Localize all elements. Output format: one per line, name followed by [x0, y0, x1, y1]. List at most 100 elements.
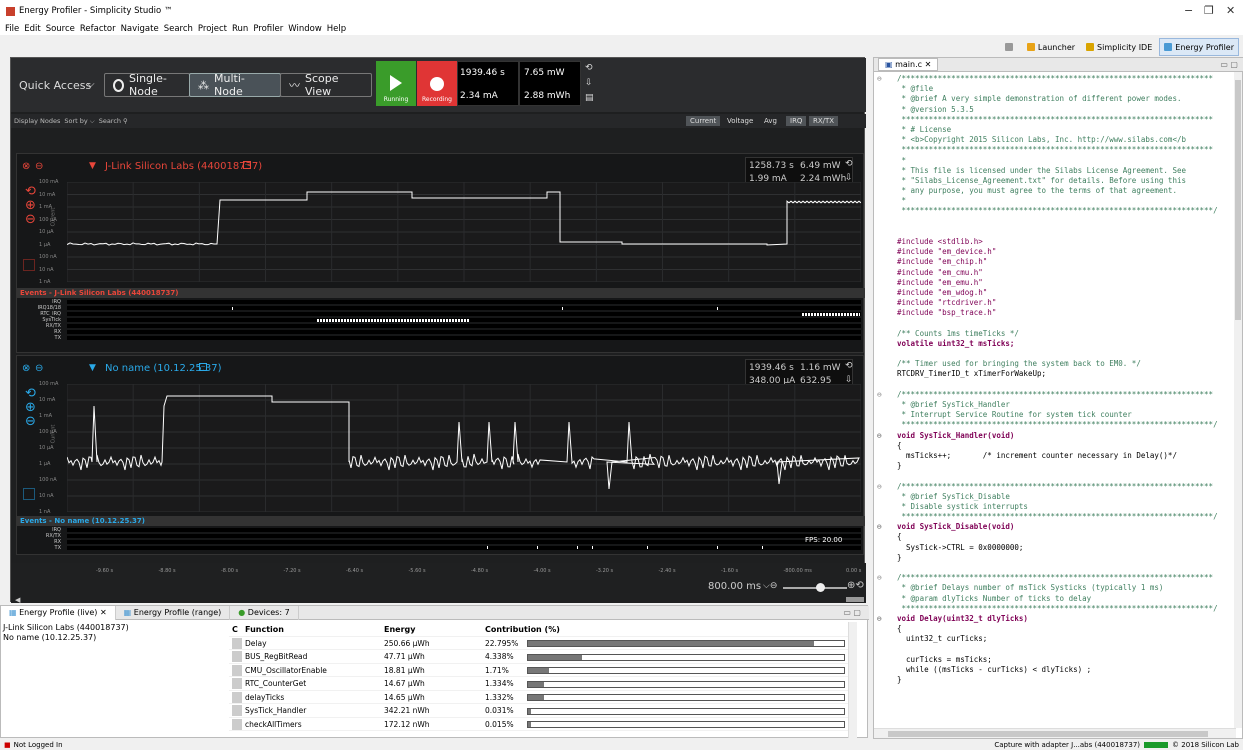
col-energy[interactable]: Energy [384, 625, 415, 634]
menu-file[interactable]: File [5, 24, 19, 34]
table-row[interactable]: BUS_RegBitRead 47.71 μWh 4.338% [229, 651, 857, 664]
close-button[interactable]: ✕ [1226, 4, 1235, 17]
tab-energy-profile-range[interactable]: ▦ Energy Profile (range) [116, 605, 231, 620]
menu-source[interactable]: Source [46, 24, 75, 34]
collapse-node-icon[interactable]: ⊖ [35, 161, 43, 172]
col-function[interactable]: Function [245, 625, 284, 634]
select-range-icon[interactable] [23, 488, 35, 500]
scroll-thumb[interactable] [1235, 80, 1241, 320]
reset-zoom-icon[interactable]: ⟲ [25, 184, 36, 199]
zoom-in-icon[interactable]: ⊕ [25, 198, 36, 213]
perspective-ide[interactable]: Simplicity IDE [1082, 38, 1156, 56]
table-row[interactable]: SysTick_Handler 342.21 nWh 0.031% [229, 705, 857, 718]
maximize-button[interactable]: ❐ [1204, 4, 1214, 17]
menu-window[interactable]: Window [288, 24, 322, 34]
zoom-out-icon[interactable]: ⊖ [25, 414, 36, 429]
table-row[interactable]: CMU_OscillatorEnable 18.81 μWh 1.71% [229, 664, 857, 677]
reset-zoom-icon[interactable]: ⟲ [25, 386, 36, 401]
tab-devices[interactable]: ● Devices: 7 [230, 605, 299, 620]
title-bar: Energy Profiler - Simplicity Studio ™ − … [0, 0, 1243, 22]
reset-node-icon[interactable]: ⟲ [845, 361, 853, 371]
collapse-node-icon[interactable]: ⊖ [35, 363, 43, 374]
quick-access-label[interactable]: Quick Access [19, 79, 91, 92]
table-row[interactable]: Delay 250.66 μWh 22.795% [229, 637, 857, 650]
sort-by-link[interactable]: Sort by [64, 117, 87, 125]
table-row[interactable]: checkAllTimers 172.12 nWh 0.015% [229, 718, 857, 731]
zoom-out-icon[interactable]: ⊖ [25, 212, 36, 227]
search-icon[interactable]: ⚲ [123, 117, 128, 125]
minimize-view-icon[interactable]: ▭ ▢ [843, 608, 861, 617]
expand-node-icon[interactable]: − [243, 161, 251, 169]
y-tick-label: 10 mA [39, 191, 56, 198]
menu-help[interactable]: Help [327, 24, 346, 34]
search-link[interactable]: Search [99, 117, 121, 125]
login-status[interactable]: Not Logged In [14, 741, 63, 749]
perspective-energy-profiler[interactable]: Energy Profiler [1159, 38, 1239, 56]
col-contribution[interactable]: Contribution (%) [485, 625, 560, 634]
fold-icon[interactable]: ⊖ [877, 614, 882, 624]
zoom-in-time-icon[interactable]: ⊕⟲ [847, 580, 864, 591]
menu-refactor[interactable]: Refactor [80, 24, 116, 34]
settings-icon[interactable]: ▤ [585, 93, 594, 103]
zoom-in-icon[interactable]: ⊕ [25, 400, 36, 415]
sort-chevron-icon[interactable]: ⌵ [90, 117, 95, 126]
events-header[interactable]: Events - No name (10.12.25.37) [17, 516, 865, 526]
expand-node-icon[interactable]: − [199, 363, 207, 371]
table-scrollbar[interactable] [848, 622, 857, 738]
chevron-down-icon[interactable]: ⌵ [87, 79, 95, 90]
select-range-icon[interactable] [23, 259, 35, 271]
source-code[interactable]: /***************************************… [874, 72, 1236, 722]
table-row[interactable]: delayTicks 14.65 μWh 1.332% [229, 691, 857, 704]
menu-edit[interactable]: Edit [24, 24, 40, 34]
zoom-slider-track[interactable] [783, 587, 847, 589]
table-row[interactable]: RTC_CounterGet 14.67 μWh 1.334% [229, 678, 857, 691]
scroll-thumb[interactable] [888, 731, 1208, 737]
zoom-slider-handle[interactable] [816, 583, 825, 592]
minimize-button[interactable]: − [1184, 4, 1193, 17]
menu-project[interactable]: Project [198, 24, 227, 34]
multi-node-button[interactable]: ⁂ Multi-Node [189, 72, 281, 98]
fold-icon[interactable]: ⊖ [877, 482, 882, 492]
tab-energy-profile-live[interactable]: ▦ Energy Profile (live) ✕ [1, 605, 116, 620]
device-item[interactable]: J-Link Silicon Labs (440018737) [3, 623, 129, 633]
reset-icon[interactable]: ⟲ [585, 63, 593, 73]
node-dropdown-icon[interactable]: ▼ [89, 161, 96, 171]
voltage-toggle[interactable]: Voltage [723, 116, 757, 126]
fold-icon[interactable]: ⊖ [877, 573, 882, 583]
close-node-icon[interactable]: ⊗ [22, 363, 30, 374]
zoom-level-chevron-icon[interactable]: ⌵⊖ [763, 581, 777, 591]
current-toggle[interactable]: Current [686, 116, 721, 126]
menu-run[interactable]: Run [232, 24, 248, 34]
minimize-editor-icon[interactable]: ▭ ▢ [1220, 60, 1238, 69]
close-node-icon[interactable]: ⊗ [22, 161, 30, 172]
rxtx-toggle[interactable]: RX/TX [809, 116, 839, 126]
menu-profiler[interactable]: Profiler [253, 24, 283, 34]
editor-vertical-scrollbar[interactable] [1234, 72, 1242, 728]
time-scroll-thumb[interactable] [846, 597, 864, 602]
node-name[interactable]: J-Link Silicon Labs (440018737) [105, 161, 262, 172]
node-dropdown-icon[interactable]: ▼ [89, 363, 96, 373]
fold-icon[interactable]: ⊖ [877, 390, 882, 400]
avg-toggle[interactable]: Avg [760, 116, 781, 126]
menu-navigate[interactable]: Navigate [121, 24, 159, 34]
col-c[interactable]: C [232, 625, 238, 634]
single-node-button[interactable]: Single-Node [104, 72, 190, 98]
display-nodes-link[interactable]: Display Nodes [14, 117, 60, 125]
export-icon[interactable]: ⇩ [585, 78, 593, 88]
running-toggle[interactable]: Running [376, 61, 416, 106]
fold-icon[interactable]: ⊖ [877, 522, 882, 532]
irq-toggle[interactable]: IRQ [786, 116, 807, 126]
device-item[interactable]: No name (10.12.25.37) [3, 633, 129, 643]
reset-node-icon[interactable]: ⟲ [845, 159, 853, 169]
open-perspective-button[interactable] [1001, 38, 1020, 56]
recording-toggle[interactable]: Recording [417, 61, 457, 106]
fold-icon[interactable]: ⊖ [877, 74, 882, 84]
editor-horizontal-scrollbar[interactable] [874, 728, 1236, 738]
perspective-launcher[interactable]: Launcher [1023, 38, 1079, 56]
scope-view-button[interactable]: 〰 Scope View [280, 72, 372, 98]
events-header[interactable]: Events - J-Link Silicon Labs (440018737) [17, 288, 865, 298]
menu-search[interactable]: Search [164, 24, 193, 34]
scroll-left-icon[interactable]: ◀ [15, 596, 20, 604]
editor-tab-main-c[interactable]: ▣ main.c ✕ [878, 58, 939, 71]
fold-icon[interactable]: ⊖ [877, 431, 882, 441]
